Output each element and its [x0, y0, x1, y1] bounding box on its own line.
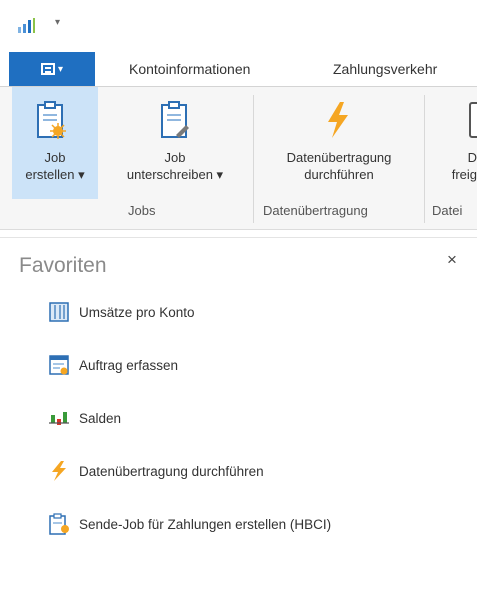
- panel-title: Favoriten: [19, 254, 107, 277]
- datenuebertragung-line2: durchführen: [304, 167, 374, 182]
- clipboard-sign-icon: [161, 101, 189, 138]
- order-form-icon: [49, 355, 69, 375]
- favorite-item-salden[interactable]: Salden: [48, 407, 121, 429]
- clipboard-new-icon: [37, 101, 66, 139]
- ribbon-panel: Job erstellen ▾ Job unterschreiben ▾ Job…: [0, 87, 477, 230]
- group-label-datenuebertragung: Datenübertragung: [263, 203, 368, 218]
- group-separator: [424, 95, 425, 223]
- job-erstellen-button[interactable]: Job erstellen ▾: [12, 87, 98, 199]
- document-icon: [469, 102, 477, 138]
- tab-zahlungsverkehr[interactable]: Zahlungsverkehr: [333, 61, 437, 77]
- app-bars-icon[interactable]: [17, 18, 37, 34]
- favorite-item-umsaetze[interactable]: Umsätze pro Konto: [48, 301, 195, 323]
- group-separator: [253, 95, 254, 223]
- job-erstellen-line1: Job: [44, 150, 66, 165]
- group-label-jobs: Jobs: [128, 203, 156, 218]
- ribbon-tab-row: ▾ Kontoinformationen Zahlungsverkehr: [0, 52, 477, 87]
- file-menu-icon: [40, 63, 55, 75]
- datenuebertragung-button[interactable]: Datenübertragung durchführen: [256, 87, 422, 199]
- send-job-icon: [49, 513, 69, 535]
- job-unterschreiben-button[interactable]: Job unterschreiben ▾: [100, 87, 250, 199]
- close-icon[interactable]: ×: [447, 250, 457, 270]
- freigeben-line1: D: [467, 150, 477, 165]
- job-unterschreiben-line2: unterschreiben ▾: [126, 167, 224, 182]
- quick-access-toolbar: ▾: [0, 0, 477, 52]
- favorite-item-label: Sende-Job für Zahlungen erstellen (HBCI): [79, 516, 332, 532]
- favorite-item-label: Datenübertragung durchführen: [79, 463, 264, 479]
- favorite-item-sende-job[interactable]: Sende-Job für Zahlungen erstellen (HBCI): [48, 513, 331, 535]
- favorite-item-label: Salden: [79, 410, 122, 426]
- datenuebertragung-line1: Datenübertragung: [286, 150, 392, 165]
- freigeben-button[interactable]: D freig: [428, 87, 477, 199]
- file-menu-button[interactable]: ▾: [9, 52, 95, 86]
- job-erstellen-line2: erstellen ▾: [25, 167, 85, 182]
- qat-customize-dropdown[interactable]: ▾: [55, 17, 60, 28]
- favorite-item-datenuebertragung[interactable]: Datenübertragung durchführen: [48, 460, 264, 482]
- favorite-item-label: Auftrag erfassen: [79, 357, 179, 373]
- report-icon: [49, 302, 69, 322]
- chevron-down-icon: ▾: [57, 63, 64, 75]
- lightning-icon: [328, 102, 348, 138]
- job-unterschreiben-line1: Job: [164, 150, 186, 165]
- favorite-item-auftrag[interactable]: Auftrag erfassen: [48, 354, 178, 376]
- group-label-datei: Datei: [432, 203, 463, 218]
- favorites-panel: Favoriten × Umsätze pro Konto Auftrag er…: [0, 237, 477, 607]
- lightning-icon: [52, 461, 66, 481]
- balance-chart-icon: [49, 412, 69, 425]
- tab-kontoinformationen[interactable]: Kontoinformationen: [129, 61, 250, 77]
- favorite-item-label: Umsätze pro Konto: [79, 304, 195, 320]
- freigeben-line2: freig: [451, 167, 477, 182]
